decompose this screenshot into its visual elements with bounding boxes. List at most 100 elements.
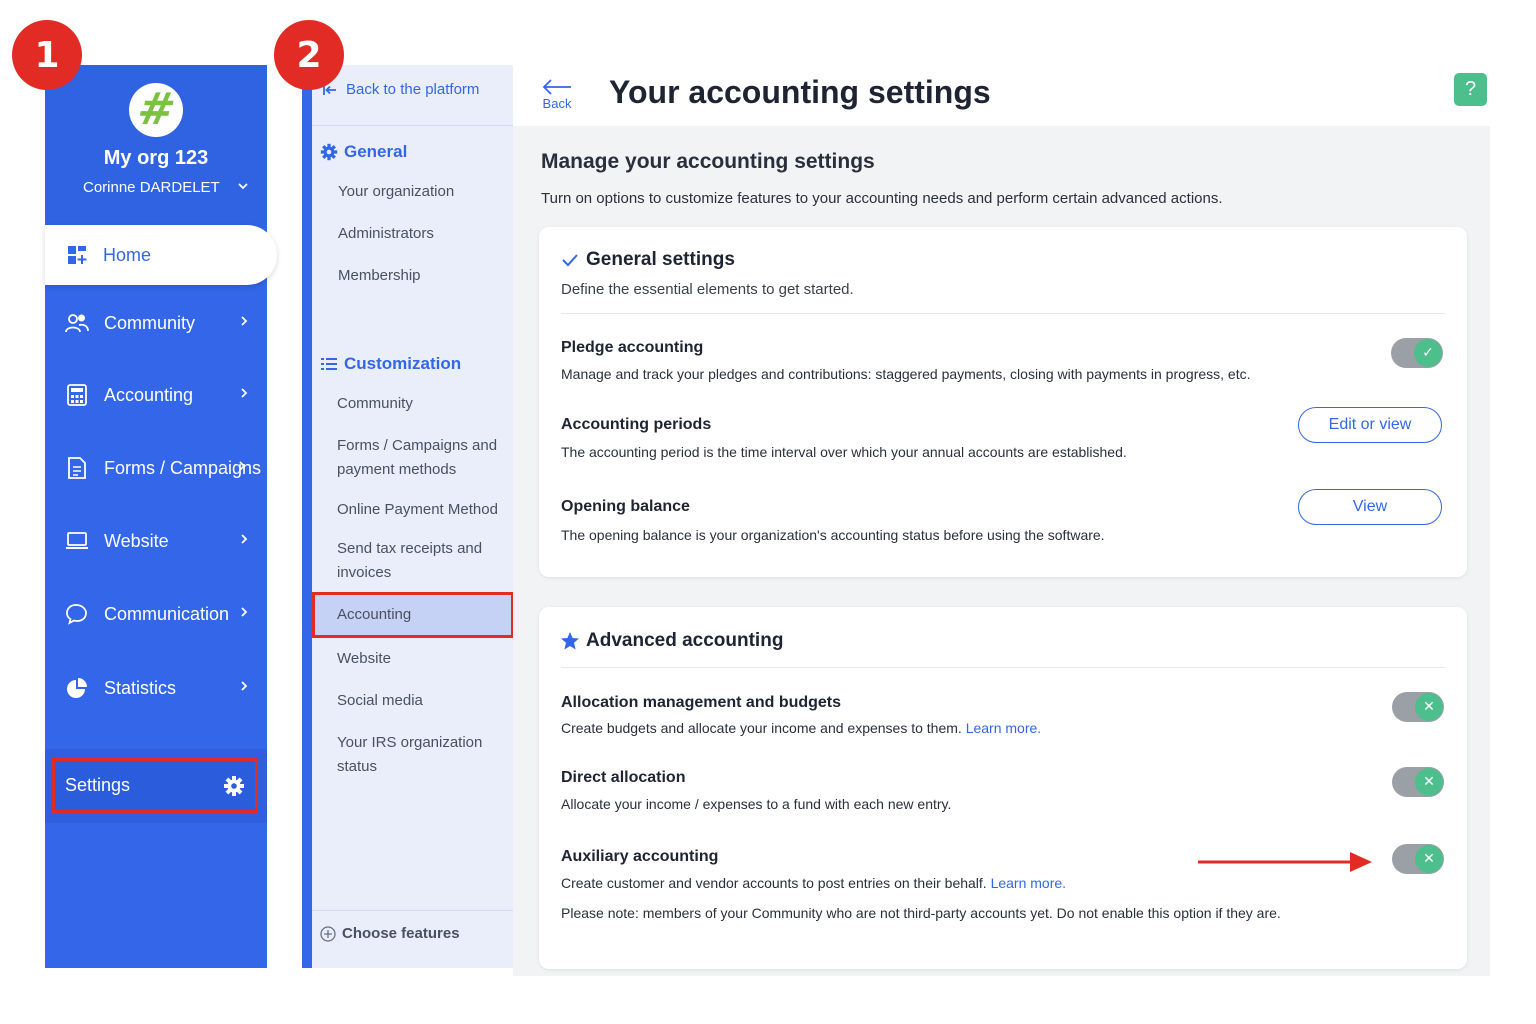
row-description: Allocate your income / expenses to a fun… <box>561 796 952 812</box>
list-icon <box>320 355 338 373</box>
dashboard-icon <box>67 245 87 265</box>
row-title: Pledge accounting <box>561 339 704 356</box>
sidebar-item-label: Statistics <box>104 677 177 698</box>
back-button[interactable]: Back <box>540 78 574 111</box>
card-title: Advanced accounting <box>560 630 783 652</box>
sidebar-item-website[interactable]: Website <box>45 519 267 563</box>
chevron-right-icon <box>237 459 247 477</box>
pledge-accounting-toggle[interactable]: ✓ <box>1391 338 1443 368</box>
sidebar-item-communication[interactable]: Communication <box>45 592 267 636</box>
chevron-right-icon <box>239 314 249 332</box>
user-name: Corinne DARDELET <box>83 179 220 196</box>
card-title: General settings <box>560 249 735 271</box>
view-button[interactable]: View <box>1298 489 1442 525</box>
document-icon <box>65 456 89 480</box>
choose-features-label: Choose features <box>342 925 460 942</box>
chevron-right-icon <box>239 605 249 623</box>
sidebar-item-label: Home <box>103 244 152 265</box>
page-title: Your accounting settings <box>609 74 991 110</box>
star-icon <box>560 631 580 651</box>
subnav-item-label: Accounting <box>337 606 412 623</box>
sidebar-item-label: Website <box>104 530 169 551</box>
sidebar-item-label: Community <box>104 312 196 333</box>
card-title-text: Advanced accounting <box>586 630 784 651</box>
card-divider <box>561 313 1445 314</box>
learn-more-link[interactable]: Learn more. <box>991 875 1066 891</box>
subnav-heading-customization: Customization <box>320 354 461 374</box>
help-button[interactable]: ? <box>1454 73 1487 106</box>
subnav-item-accounting[interactable]: Accounting <box>312 592 514 638</box>
gear-icon <box>320 143 338 161</box>
advanced-accounting-card: Advanced accounting Allocation managemen… <box>539 607 1467 969</box>
card-subtitle: Define the essential elements to get sta… <box>561 281 854 298</box>
subnav-item-social-media[interactable]: Social media <box>337 689 507 713</box>
pie-chart-icon <box>65 676 89 700</box>
arrow-left-icon <box>542 79 571 95</box>
subnav-item-membership[interactable]: Membership <box>338 264 508 288</box>
subnav-heading-label: General <box>344 142 408 161</box>
laptop-icon <box>65 529 89 553</box>
main-sidebar: # My org 123 Corinne DARDELET Home Commu… <box>45 65 277 968</box>
chevron-right-icon <box>239 532 249 550</box>
subnav-divider <box>312 125 513 126</box>
row-title: Auxiliary accounting <box>561 848 719 865</box>
chat-icon <box>65 602 89 626</box>
step-badge-2: 2 <box>274 20 344 90</box>
general-settings-card: General settings Define the essential el… <box>539 227 1467 577</box>
subnav-item-online-payment[interactable]: Online Payment Method <box>337 498 507 522</box>
org-logo: # <box>129 83 183 137</box>
calculator-icon <box>65 383 89 407</box>
row-description: Manage and track your pledges and contri… <box>561 366 1251 382</box>
chevron-right-icon <box>239 679 249 697</box>
sidebar-item-home[interactable]: Home <box>45 225 277 285</box>
row-description-text: Create budgets and allocate your income … <box>561 720 962 736</box>
close-icon: ✕ <box>1415 693 1443 721</box>
choose-features-button[interactable]: Choose features <box>320 925 460 942</box>
back-to-platform-label: Back to the platform <box>346 81 480 98</box>
subnav-item-forms-campaigns[interactable]: Forms / Campaigns and payment methods <box>337 434 507 482</box>
back-label: Back <box>542 96 572 111</box>
direct-allocation-toggle[interactable]: ✕ <box>1392 767 1444 797</box>
subnav-item-community[interactable]: Community <box>337 392 507 416</box>
card-title-text: General settings <box>586 249 735 270</box>
close-icon: ✕ <box>1415 768 1443 796</box>
back-to-platform-link[interactable]: Back to the platform <box>322 81 479 98</box>
close-icon: ✕ <box>1415 845 1443 873</box>
sidebar-item-statistics[interactable]: Statistics <box>45 666 267 710</box>
annotation-arrow-icon <box>1198 852 1372 872</box>
learn-more-link[interactable]: Learn more. <box>966 720 1041 736</box>
row-description: Create customer and vendor accounts to p… <box>561 875 1066 891</box>
row-description: The accounting period is the time interv… <box>561 444 1127 460</box>
edit-or-view-button[interactable]: Edit or view <box>1298 407 1442 443</box>
row-title: Opening balance <box>561 498 690 515</box>
row-description: Create budgets and allocate your income … <box>561 720 1041 736</box>
subnav-accent-bar <box>302 65 312 968</box>
subnav-item-administrators[interactable]: Administrators <box>338 222 508 246</box>
row-title: Direct allocation <box>561 769 686 786</box>
sidebar-item-accounting[interactable]: Accounting <box>45 373 267 417</box>
org-switcher[interactable]: # My org 123 Corinne DARDELET <box>45 65 267 225</box>
row-description: The opening balance is your organization… <box>561 527 1105 543</box>
subnav-divider <box>312 910 513 911</box>
settings-label: Settings <box>65 775 131 795</box>
sidebar-item-label: Communication <box>104 603 230 624</box>
step-badge-1: 1 <box>12 20 82 90</box>
plus-circle-icon <box>320 925 336 942</box>
card-divider <box>561 667 1445 668</box>
sidebar-item-label: Accounting <box>104 384 194 405</box>
check-icon: ✓ <box>1414 339 1442 367</box>
row-description-text: Create customer and vendor accounts to p… <box>561 875 987 891</box>
sidebar-item-community[interactable]: Community <box>45 301 267 345</box>
subnav-item-tax-receipts[interactable]: Send tax receipts and invoices <box>337 537 507 585</box>
sidebar-item-forms[interactable]: Forms / Campaigns <box>45 446 267 490</box>
chevron-down-icon[interactable] <box>237 179 249 195</box>
subnav-item-irs-status[interactable]: Your IRS organization status <box>337 731 507 779</box>
auxiliary-accounting-toggle[interactable]: ✕ <box>1392 844 1444 874</box>
subnav-item-your-organization[interactable]: Your organization <box>338 180 508 204</box>
allocation-budgets-toggle[interactable]: ✕ <box>1392 692 1444 722</box>
subnav-item-website[interactable]: Website <box>337 647 507 671</box>
section-subtitle: Turn on options to customize features to… <box>541 190 1223 207</box>
org-name: My org 123 <box>103 147 209 169</box>
sidebar-item-settings[interactable]: Settings <box>52 758 258 813</box>
subnav-heading-general: General <box>320 142 407 162</box>
